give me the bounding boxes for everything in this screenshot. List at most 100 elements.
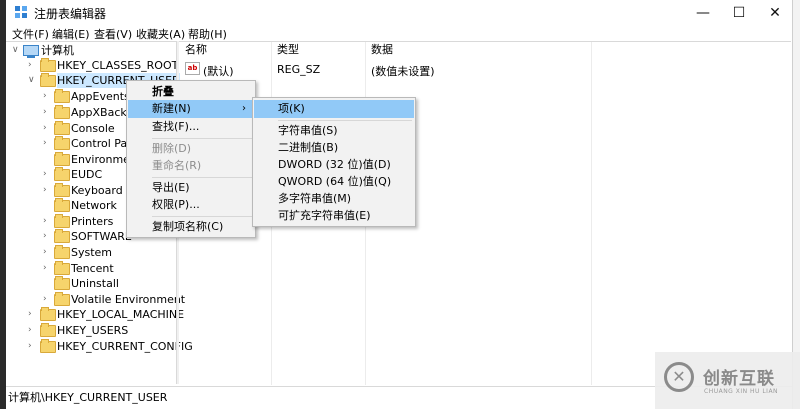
menu-item-permissions[interactable]: 权限(P)... [128, 196, 253, 214]
expand-arrow-icon[interactable]: › [43, 105, 51, 120]
tree-node-label: System [71, 246, 113, 259]
expand-arrow-icon[interactable]: › [43, 292, 51, 307]
folder-icon [54, 214, 70, 228]
folder-icon [54, 167, 70, 181]
tree-node-label: HKEY_CURRENT_CONFIG [57, 340, 193, 353]
tree-node-hkey-current-config[interactable]: › HKEY_CURRENT_CONFIG [6, 339, 193, 354]
string-value-icon: ab [185, 62, 200, 75]
menu-separator [278, 120, 412, 121]
tree-node-hkey-users[interactable]: › HKEY_USERS [6, 323, 176, 338]
watermark-subtitle: CHUANG XIN HU LIAN [704, 388, 779, 395]
menu-item-rename[interactable]: 重命名(R) [128, 157, 253, 175]
folder-icon [54, 261, 70, 275]
folder-icon [40, 73, 56, 87]
folder-icon [54, 105, 70, 119]
column-header-type[interactable]: 类型 [277, 42, 299, 58]
expand-arrow-icon[interactable]: › [43, 229, 51, 244]
expand-arrow-icon[interactable]: › [43, 245, 51, 260]
column-header-data[interactable]: 数据 [371, 42, 393, 58]
submenu-item-qword-value[interactable]: QWORD (64 位)值(Q) [254, 173, 413, 191]
expand-arrow-icon[interactable]: › [43, 214, 51, 229]
tree-node-label: EUDC [71, 168, 103, 181]
column-divider[interactable] [591, 42, 592, 385]
menu-item-find[interactable]: 查找(F)... [128, 118, 253, 136]
tree-node-label: Network [71, 199, 117, 212]
watermark-x-icon: ✕ [672, 367, 686, 386]
menu-favorites[interactable]: 收藏夹(A) [136, 26, 185, 42]
value-name: (默认) [203, 65, 234, 78]
folder-icon [54, 89, 70, 103]
maximize-button[interactable]: ☐ [722, 0, 756, 26]
tree-node-tencent[interactable]: › Tencent [6, 261, 176, 276]
menu-item-export[interactable]: 导出(E) [128, 179, 253, 197]
tree-node-label: Tencent [71, 262, 114, 275]
expand-arrow-icon[interactable]: › [43, 121, 51, 136]
window-title: 注册表编辑器 [34, 7, 107, 21]
submenu-item-string-value[interactable]: 字符串值(S) [254, 122, 413, 140]
minimize-button[interactable]: — [686, 0, 720, 26]
submenu-arrow-icon: › [242, 103, 246, 114]
status-path: 计算机\HKEY_CURRENT_USER [8, 391, 168, 404]
expand-arrow-icon[interactable]: › [28, 307, 36, 322]
tree-node-label: AppEvents [71, 90, 130, 103]
tree-node-label: 计算机 [41, 44, 74, 57]
menu-bar: 文件(F) 编辑(E) 查看(V) 收藏夹(A) 帮助(H) [6, 26, 792, 42]
menu-view[interactable]: 查看(V) [94, 26, 132, 42]
tree-node-label: Uninstall [71, 277, 119, 290]
collapse-arrow-icon[interactable]: ∨ [12, 43, 20, 58]
submenu-item-binary-value[interactable]: 二进制值(B) [254, 139, 413, 157]
expand-arrow-icon[interactable]: › [43, 136, 51, 151]
collapse-arrow-icon[interactable]: ∨ [28, 73, 36, 88]
folder-icon [54, 292, 70, 306]
close-button[interactable]: ✕ [758, 0, 792, 26]
expand-arrow-icon[interactable]: › [43, 261, 51, 276]
tree-node-hkey-classes-root[interactable]: › HKEY_CLASSES_ROOT [6, 58, 178, 73]
folder-icon [54, 136, 70, 150]
expand-arrow-icon[interactable]: › [28, 339, 36, 354]
menu-item-collapse[interactable]: 折叠 [128, 83, 253, 101]
expand-arrow-icon[interactable]: › [43, 89, 51, 104]
expand-arrow-icon[interactable]: › [28, 323, 36, 338]
tree-node-label: HKEY_USERS [57, 324, 129, 337]
menu-item-copy-key-name[interactable]: 复制项名称(C) [128, 218, 253, 236]
title-bar: 注册表编辑器 — ☐ ✕ [6, 0, 792, 26]
menu-item-new-label: 新建(N) [152, 102, 191, 115]
tree-node-volatile-environment[interactable]: › Volatile Environment [6, 292, 185, 307]
tree-node-label: SOFTWARE [71, 230, 132, 243]
tree-node-label: Printers [71, 215, 114, 228]
tree-node-label: HKEY_LOCAL_MACHINE [57, 308, 185, 321]
folder-icon [40, 339, 56, 353]
submenu-item-expandable-string-value[interactable]: 可扩充字符串值(E) [254, 207, 413, 225]
menu-file[interactable]: 文件(F) [12, 26, 49, 42]
tree-node-hkey-local-machine[interactable]: › HKEY_LOCAL_MACHINE [6, 307, 184, 322]
tree-node-uninstall[interactable]: Uninstall [6, 276, 176, 291]
menu-item-new[interactable]: 新建(N) › [128, 100, 254, 118]
folder-icon [54, 152, 70, 166]
tree-node-computer[interactable]: ∨ 计算机 [6, 43, 176, 58]
folder-icon [54, 198, 70, 212]
folder-icon [54, 245, 70, 259]
menu-separator [152, 177, 252, 178]
tree-node-label: Volatile Environment [71, 293, 186, 306]
computer-icon [23, 45, 39, 58]
expand-arrow-icon[interactable]: › [43, 167, 51, 182]
value-type: REG_SZ [277, 63, 321, 76]
menu-item-delete[interactable]: 删除(D) [128, 140, 253, 158]
submenu-item-key[interactable]: 项(K) [254, 100, 414, 118]
new-submenu: 项(K) 字符串值(S) 二进制值(B) DWORD (32 位)值(D) QW… [252, 97, 416, 227]
expand-arrow-icon[interactable]: › [43, 183, 51, 198]
tree-node-system[interactable]: › System [6, 245, 176, 260]
folder-icon [40, 307, 56, 321]
submenu-item-dword-value[interactable]: DWORD (32 位)值(D) [254, 156, 413, 174]
column-header-name[interactable]: 名称 [185, 42, 207, 58]
menu-edit[interactable]: 编辑(E) [52, 26, 90, 42]
submenu-item-multi-string-value[interactable]: 多字符串值(M) [254, 190, 413, 208]
folder-icon [40, 58, 56, 72]
menu-help[interactable]: 帮助(H) [188, 26, 227, 42]
context-menu: 折叠 新建(N) › 查找(F)... 删除(D) 重命名(R) 导出(E) 权… [126, 80, 256, 238]
menu-separator [152, 216, 252, 217]
regedit-app-icon [15, 6, 27, 18]
desktop-edge-right [792, 0, 800, 409]
folder-icon [54, 121, 70, 135]
expand-arrow-icon[interactable]: › [28, 58, 36, 73]
